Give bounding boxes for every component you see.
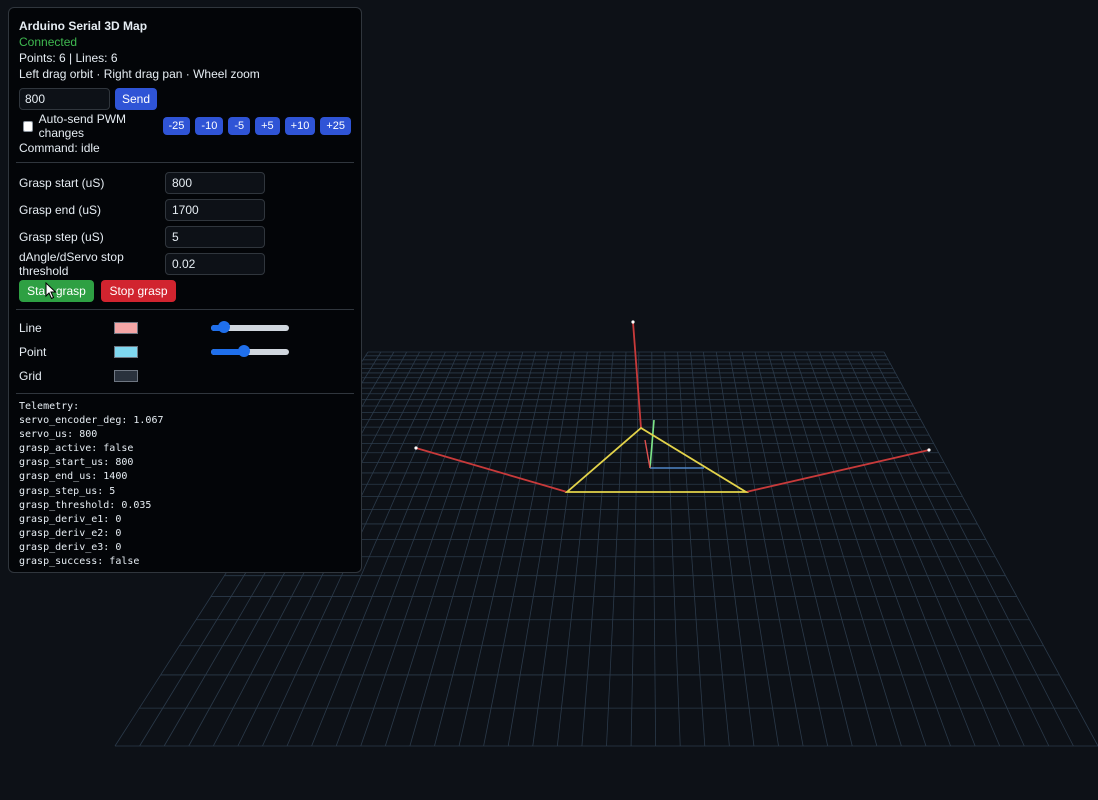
grid-line	[606, 351, 627, 747]
grasp-start-label: Grasp start (uS)	[19, 175, 105, 190]
slider-thumb[interactable]	[218, 321, 231, 333]
telemetry-line: servo_encoder_deg: 1.067	[19, 415, 164, 427]
line-color-label: Line	[19, 321, 42, 335]
telemetry-line: grasp_step_us: 5	[19, 485, 116, 497]
grid-line	[630, 351, 640, 747]
step-plus-5-button[interactable]: +5	[255, 117, 280, 135]
point-color-label: Point	[19, 345, 47, 359]
telemetry-line: grasp_active: false	[19, 443, 134, 455]
telemetry-line: grasp_threshold: 0.035	[19, 499, 152, 511]
telemetry-line: grasp_deriv_e1: 0	[19, 513, 122, 525]
telemetry-line: grasp_end_us: 1400	[19, 471, 128, 483]
stop-threshold-label: dAngle/dServo stop threshold	[19, 249, 124, 278]
step-plus-25-button[interactable]: +25	[320, 117, 351, 135]
grid-line	[728, 351, 804, 747]
slider-thumb[interactable]	[237, 345, 250, 357]
grid-line	[360, 351, 498, 747]
divider	[16, 162, 354, 163]
grasp-end-input[interactable]	[165, 198, 265, 221]
z-axis	[644, 439, 651, 469]
app-title: Arduino Serial 3D Map	[19, 19, 148, 33]
step-minus-10-button[interactable]: -10	[195, 117, 224, 135]
step-minus-5-button[interactable]: -5	[228, 117, 251, 135]
grasp-step-input[interactable]	[165, 225, 265, 248]
stop-threshold-input[interactable]	[165, 252, 265, 275]
telemetry-lines: servo_encoder_deg: 1.067 servo_us: 800 g…	[19, 415, 164, 567]
point-color-swatch[interactable]	[114, 346, 138, 358]
point-size-slider[interactable]	[211, 345, 289, 357]
controls-help-text: Left drag orbit · Right drag pan · Wheel…	[19, 67, 260, 81]
scene-point	[927, 448, 931, 452]
auto-send-label: Auto-send PWM changes	[38, 112, 127, 140]
grid-line	[690, 351, 730, 747]
divider	[16, 309, 354, 310]
grid-line	[581, 351, 614, 747]
scene-line	[632, 321, 642, 429]
grid-line	[767, 351, 878, 747]
grid-line	[703, 351, 755, 747]
grid-line	[434, 351, 537, 747]
command-status: Command: idle	[19, 141, 100, 155]
grid-line	[677, 351, 706, 747]
grasp-end-label: Grasp end (uS)	[19, 202, 102, 217]
grid-line	[806, 351, 951, 747]
scene-point	[631, 320, 635, 324]
grid-line	[664, 351, 681, 747]
grid-line	[844, 351, 1025, 747]
scene-triangle	[564, 426, 750, 493]
grid-line	[793, 351, 927, 747]
grid-color-label: Grid	[19, 369, 42, 383]
send-button[interactable]: Send	[115, 88, 157, 110]
telemetry-line: grasp_start_us: 800	[19, 457, 134, 469]
control-panel: Arduino Serial 3D Map Connected Points: …	[8, 7, 362, 573]
grid-line	[741, 351, 829, 747]
divider	[16, 393, 354, 394]
grid-line	[483, 351, 562, 747]
telemetry-line: grasp_deriv_e3: 0	[19, 541, 122, 553]
connection-status: Connected	[19, 35, 78, 49]
telemetry-output: Telemetry: servo_encoder_deg: 1.067 serv…	[19, 400, 351, 569]
stop-grasp-button[interactable]: Stop grasp	[101, 280, 176, 302]
step-minus-25-button[interactable]: -25	[162, 117, 191, 135]
pwm-input[interactable]	[19, 88, 110, 110]
scene-point	[414, 446, 418, 450]
grid-color-swatch[interactable]	[114, 370, 138, 382]
grid-line	[458, 351, 549, 747]
telemetry-line: grasp_success: false	[19, 556, 140, 568]
grasp-start-input[interactable]	[165, 171, 265, 194]
grid-line	[780, 351, 902, 747]
auto-send-checkbox[interactable]	[23, 120, 33, 132]
grid-line	[870, 351, 1074, 747]
counts-text: Points: 6 | Lines: 6	[19, 51, 118, 65]
grid-line	[857, 351, 1050, 747]
telemetry-line: grasp_deriv_e2: 0	[19, 527, 122, 539]
scene-line	[415, 447, 568, 493]
step-plus-10-button[interactable]: +10	[284, 117, 316, 135]
line-color-swatch[interactable]	[114, 322, 138, 334]
telemetry-header: Telemetry:	[19, 401, 80, 412]
grid-line	[651, 351, 657, 747]
line-width-slider[interactable]	[211, 321, 289, 333]
grid-line	[409, 351, 524, 747]
scene-line	[745, 449, 930, 493]
grid-line	[819, 351, 976, 747]
telemetry-line: servo_us: 800	[19, 429, 98, 441]
grasp-step-label: Grasp step (uS)	[19, 229, 104, 244]
mouse-cursor-icon	[45, 282, 57, 300]
